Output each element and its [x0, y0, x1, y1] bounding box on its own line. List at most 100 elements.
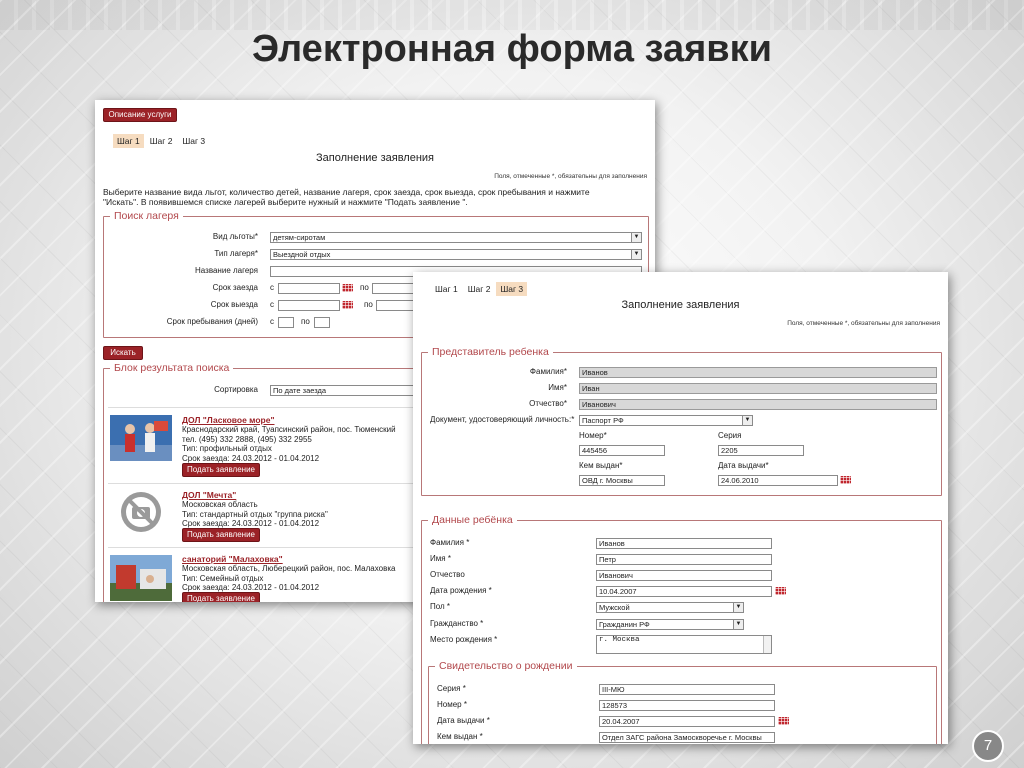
tab-step1[interactable]: Шаг 1 — [431, 282, 462, 296]
cert-series-label: Серия * — [437, 684, 466, 693]
birth-certificate-legend: Свидетельство о рождении — [435, 660, 577, 672]
issued-by-input[interactable]: ОВД г. Москвы — [579, 475, 665, 486]
representative-fieldset: Представитель ребенка Фамилия* Иванов Им… — [421, 346, 942, 496]
calendar-icon[interactable] — [342, 301, 353, 309]
rep-surname-label: Фамилия* — [529, 367, 567, 376]
form-title: Заполнение заявления — [315, 152, 435, 164]
departure-from-input[interactable] — [278, 300, 340, 311]
child-surname-label: Фамилия * — [430, 538, 470, 547]
camp-details: Московская область Тип: стандартный отды… — [182, 500, 328, 528]
number-input[interactable]: 445456 — [579, 445, 665, 456]
steps-nav: Шаг 1 Шаг 2 Шаг 3 — [431, 282, 528, 296]
benefit-label: Вид льготы* — [212, 232, 258, 241]
birth-certificate-fieldset: Свидетельство о рождении Серия * III-МЮ … — [428, 660, 937, 744]
arrival-from-input[interactable] — [278, 283, 340, 294]
stay-from-label: с — [270, 317, 274, 326]
tab-step2[interactable]: Шаг 2 — [146, 134, 177, 148]
chevron-down-icon: ▼ — [631, 250, 641, 259]
document-select[interactable]: Паспорт РФ ▼ — [579, 415, 753, 426]
child-patronymic-label: Отчество — [430, 570, 465, 579]
tab-step2[interactable]: Шаг 2 — [464, 282, 495, 296]
scrollbar[interactable] — [763, 636, 771, 653]
departure-from-label: с — [270, 300, 274, 309]
calendar-icon[interactable] — [775, 587, 786, 595]
issued-by-label: Кем выдан* — [579, 461, 623, 470]
search-button[interactable]: Искать — [103, 346, 143, 360]
camp-search-legend: Поиск лагеря — [110, 210, 183, 222]
number-label: Номер* — [579, 431, 607, 440]
issue-date-input[interactable]: 24.06.2010 — [718, 475, 838, 486]
citizenship-select[interactable]: Гражданин РФ ▼ — [596, 619, 744, 630]
sex-label: Пол * — [430, 602, 451, 611]
tab-step1[interactable]: Шаг 1 — [113, 134, 144, 148]
camp-name-link[interactable]: ДОЛ "Мечта" — [182, 490, 236, 500]
child-surname-input[interactable]: Иванов — [596, 538, 772, 549]
arrival-to-label: по — [360, 283, 369, 292]
chevron-down-icon: ▼ — [733, 620, 743, 629]
required-note: Поля, отмеченные *, обязательны для запо… — [787, 320, 940, 327]
benefit-select[interactable]: детям-сиротам ▼ — [270, 232, 642, 243]
birthplace-textarea[interactable]: г. Москва — [596, 635, 772, 654]
child-patronymic-input[interactable]: Иванович — [596, 570, 772, 581]
service-description-button[interactable]: Описание услуги — [103, 108, 177, 122]
birthplace-label: Место рождения * — [430, 635, 498, 644]
required-note: Поля, отмеченные *, обязательны для запо… — [494, 173, 647, 180]
document-label: Документ, удостоверяющий личность:* — [430, 415, 575, 424]
no-photo-icon — [110, 489, 172, 535]
cert-number-input[interactable]: 128573 — [599, 700, 775, 711]
camp-name-label: Название лагеря — [195, 266, 258, 275]
form-step3-screenshot: Шаг 1 Шаг 2 Шаг 3 Заполнение заявления П… — [413, 272, 948, 744]
form-title: Заполнение заявления — [621, 299, 740, 311]
apply-button[interactable]: Подать заявление — [182, 592, 260, 602]
cert-issued-label: Кем выдан * — [437, 732, 483, 741]
slide-top-decoration — [0, 0, 1024, 30]
tab-step3[interactable]: Шаг 3 — [178, 134, 209, 148]
camp-name-link[interactable]: ДОЛ "Ласковое море" — [182, 415, 275, 425]
steps-nav: Шаг 1 Шаг 2 Шаг 3 — [113, 134, 209, 148]
issue-date-label: Дата выдачи* — [718, 461, 769, 470]
rep-name-label: Имя* — [548, 383, 567, 392]
camp-type-label: Тип лагеря* — [214, 249, 258, 258]
rep-surname-field: Иванов — [579, 367, 937, 378]
child-name-label: Имя * — [430, 554, 451, 563]
cert-issued-input[interactable]: Отдел ЗАГС района Замоскворечье г. Москв… — [599, 732, 775, 743]
series-input[interactable]: 2205 — [718, 445, 804, 456]
camp-name-link[interactable]: санаторий "Малаховка" — [182, 554, 283, 564]
chevron-down-icon: ▼ — [631, 233, 641, 242]
departure-to-label: по — [364, 300, 373, 309]
chevron-down-icon: ▼ — [742, 416, 752, 425]
stay-to-input[interactable] — [314, 317, 330, 328]
tab-step3[interactable]: Шаг 3 — [496, 282, 528, 296]
cert-date-input[interactable]: 20.04.2007 — [599, 716, 775, 727]
series-label: Серия — [718, 431, 742, 440]
slide-title: Электронная форма заявки — [251, 28, 773, 70]
stay-label: Срок пребывания (дней) — [166, 317, 258, 326]
camp-type-select[interactable]: Выездной отдых ▼ — [270, 249, 642, 260]
camp-details: Краснодарский край, Туапсинский район, п… — [182, 425, 396, 463]
rep-patronymic-label: Отчество* — [529, 399, 567, 408]
cert-date-label: Дата выдачи * — [437, 716, 490, 725]
cert-series-input[interactable]: III-МЮ — [599, 684, 775, 695]
calendar-icon[interactable] — [840, 476, 851, 484]
sort-label: Сортировка — [214, 385, 258, 394]
stay-to-label: по — [301, 317, 310, 326]
child-name-input[interactable]: Петр — [596, 554, 772, 565]
sex-select[interactable]: Мужской ▼ — [596, 602, 744, 613]
birth-date-input[interactable]: 10.04.2007 — [596, 586, 772, 597]
representative-legend: Представитель ребенка — [428, 346, 553, 358]
calendar-icon[interactable] — [778, 717, 789, 725]
arrival-from-label: с — [270, 283, 274, 292]
birth-date-label: Дата рождения * — [430, 586, 492, 595]
chevron-down-icon: ▼ — [733, 603, 743, 612]
rep-patronymic-field: Иванович — [579, 399, 937, 410]
child-data-fieldset: Данные ребёнка Фамилия * Иванов Имя * Пе… — [421, 514, 942, 744]
camp-photo — [110, 555, 172, 601]
apply-button[interactable]: Подать заявление — [182, 528, 260, 542]
camp-details: Московская область, Люберецкий район, по… — [182, 564, 396, 592]
instruction-text: Выберите название вида льгот, количество… — [103, 187, 590, 207]
apply-button[interactable]: Подать заявление — [182, 463, 260, 477]
results-legend: Блок результата поиска — [110, 362, 234, 374]
camp-photo — [110, 415, 172, 461]
calendar-icon[interactable] — [342, 284, 353, 292]
stay-from-input[interactable] — [278, 317, 294, 328]
